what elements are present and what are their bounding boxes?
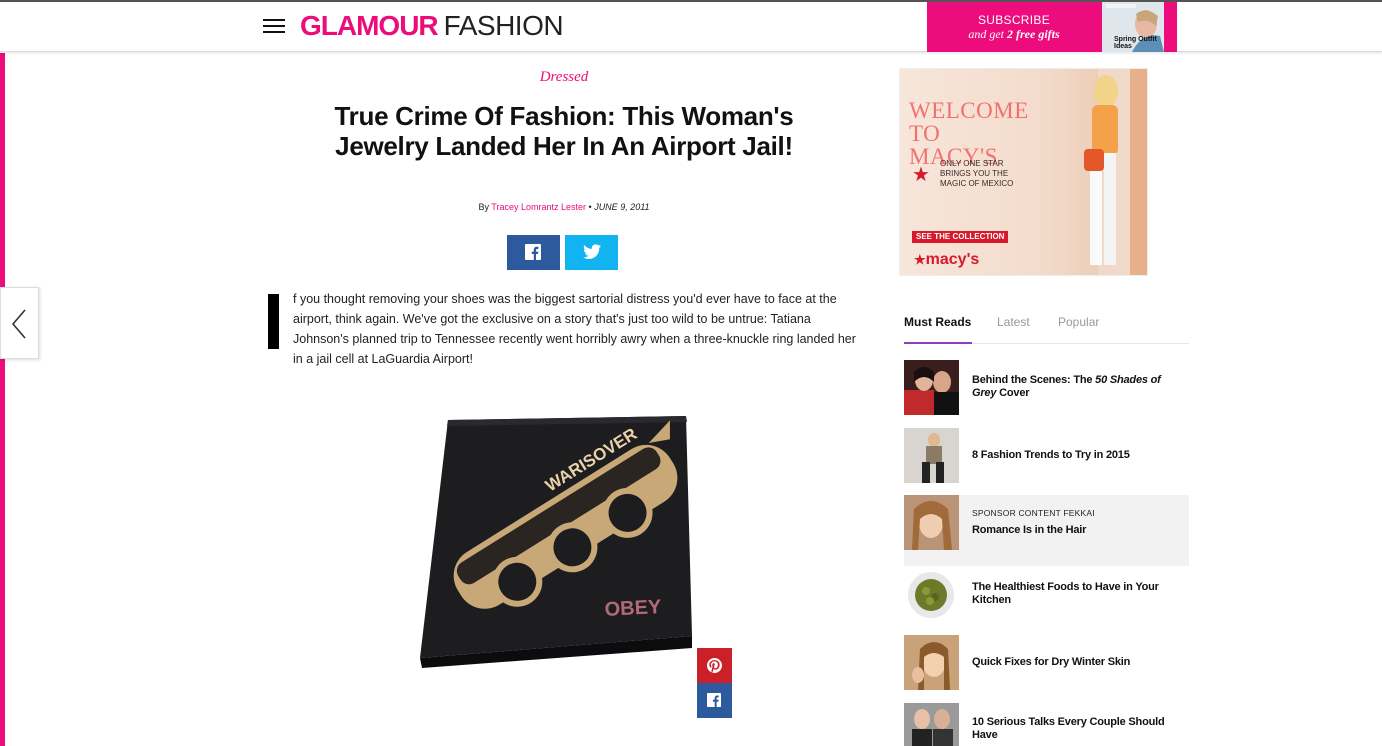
logo-fashion: FASHION xyxy=(443,10,564,41)
article-image-ring: WARISOVER OBEY xyxy=(400,396,730,696)
byline: By Tracey Lomrantz Lester • June 9, 2011 xyxy=(364,202,764,212)
thumbnail xyxy=(904,495,959,550)
sidebar-item-title: Behind the Scenes: The 50 Shades of Grey… xyxy=(972,374,1161,399)
thumbnail xyxy=(904,703,959,746)
twitter-icon xyxy=(583,244,601,259)
star-icon: ★ xyxy=(912,164,930,186)
sidebar-item[interactable]: The Healthiest Foods to Have in Your Kit… xyxy=(904,567,1189,622)
thumbnail xyxy=(904,428,959,483)
subscribe-offer: and get 2 free gifts xyxy=(968,27,1060,41)
sidebar-item-sponsored[interactable]: SPONSOR CONTENT FEKKAI Romance Is in the… xyxy=(904,495,1189,566)
tab-latest[interactable]: Latest xyxy=(997,315,1030,329)
sidebar-item[interactable]: Quick Fixes for Dry Winter Skin xyxy=(904,635,1189,690)
pinterest-icon xyxy=(707,658,722,673)
ad-cta: SEE THE COLLECTION xyxy=(912,231,1009,243)
ad-model-image xyxy=(1084,69,1147,275)
sidebar-item-title: Romance Is in the Hair xyxy=(972,524,1087,536)
tab-must-reads[interactable]: Must Reads xyxy=(904,315,972,344)
sidebar-item-title: The Healthiest Foods to Have in Your Kit… xyxy=(972,581,1159,606)
pin-image-button[interactable] xyxy=(697,648,732,683)
sidebar-item[interactable]: 10 Serious Talks Every Couple Should Hav… xyxy=(904,703,1189,746)
share-twitter-button[interactable] xyxy=(565,235,618,270)
article-body: f you thought removing your shoes was th… xyxy=(293,292,856,366)
subscribe-label: SUBSCRIBE xyxy=(977,13,1051,27)
drop-cap-i xyxy=(268,294,279,349)
sidebar-item-title: 8 Fashion Trends to Try in 2015 xyxy=(972,449,1130,461)
box-brand-text: OBEY xyxy=(604,596,662,621)
magazine-cover-text: Spring Outfit Ideas xyxy=(1114,36,1157,50)
facebook-icon xyxy=(525,244,541,260)
byline-separator: • xyxy=(588,202,592,212)
left-accent-bar xyxy=(0,53,5,746)
author-link[interactable]: Tracey Lomrantz Lester xyxy=(491,202,586,212)
macys-advertisement[interactable]: WELCOME TO MACY'S ★ ONLY ONE STAR BRINGS… xyxy=(899,68,1148,276)
facebook-icon xyxy=(707,693,721,707)
chevron-left-icon xyxy=(11,309,26,339)
magazine-cover: Spring Outfit Ideas xyxy=(1102,2,1164,52)
sidebar-tabs: Must Reads Latest Popular xyxy=(904,306,1189,344)
ad-headline: WELCOME TO MACY'S xyxy=(909,98,1029,169)
sidebar-item[interactable]: 8 Fashion Trends to Try in 2015 xyxy=(904,428,1189,483)
thumbnail xyxy=(904,567,959,622)
subscribe-banner[interactable]: SUBSCRIBE and get 2 free gifts Spring Ou… xyxy=(927,2,1177,52)
site-header: GLAMOUR FASHION SUBSCRIBE and get 2 free … xyxy=(0,2,1382,52)
previous-article-button[interactable] xyxy=(0,287,39,359)
publish-date: June 9, 2011 xyxy=(594,202,650,212)
menu-icon[interactable] xyxy=(263,19,285,34)
sidebar-item[interactable]: Behind the Scenes: The 50 Shades of Grey… xyxy=(904,360,1189,415)
ad-brand: ★macy's xyxy=(914,251,980,268)
logo-glamour: GLAMOUR xyxy=(300,10,439,41)
share-image-facebook-button[interactable] xyxy=(697,683,732,718)
thumbnail xyxy=(904,360,959,415)
ad-tagline: ONLY ONE STAR BRINGS YOU THE MAGIC OF ME… xyxy=(940,159,1014,188)
site-logo[interactable]: GLAMOUR FASHION xyxy=(300,10,564,42)
article-category[interactable]: Dressed xyxy=(464,69,664,86)
sidebar-item-title: Quick Fixes for Dry Winter Skin xyxy=(972,656,1131,668)
tab-popular[interactable]: Popular xyxy=(1058,315,1099,329)
thumbnail xyxy=(904,635,959,690)
byline-prefix: By xyxy=(478,202,489,212)
share-facebook-button[interactable] xyxy=(507,235,560,270)
sponsor-label: SPONSOR CONTENT FEKKAI xyxy=(972,508,1095,518)
sidebar-item-title: 10 Serious Talks Every Couple Should Hav… xyxy=(972,716,1165,741)
article-title: True Crime Of Fashion: This Woman's Jewe… xyxy=(334,101,794,161)
